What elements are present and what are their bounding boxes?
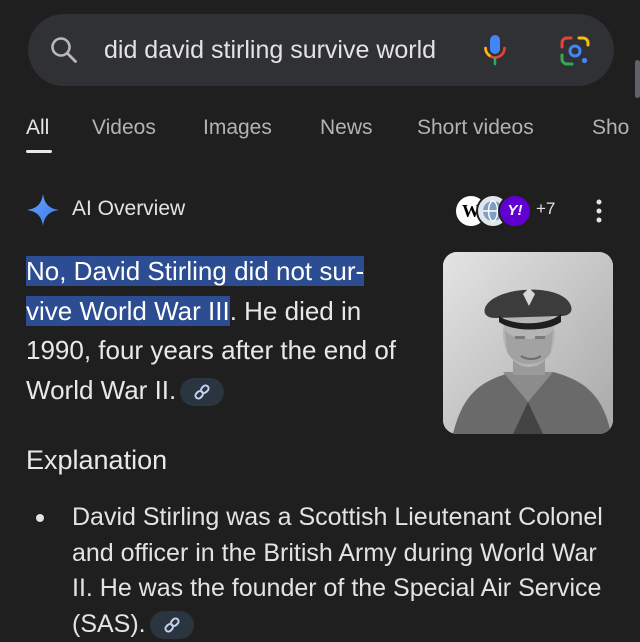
search-icon[interactable] xyxy=(50,36,78,64)
ai-sparkle-icon xyxy=(27,194,59,226)
tab-short-videos[interactable]: Short videos xyxy=(417,116,534,140)
search-input[interactable]: did david stirling survive world xyxy=(104,34,490,66)
tab-all[interactable]: All xyxy=(26,116,49,140)
tab-news[interactable]: News xyxy=(320,116,373,140)
source-link-button[interactable] xyxy=(149,610,194,639)
link-icon xyxy=(194,384,210,400)
tab-videos[interactable]: Videos xyxy=(92,116,156,140)
ai-overview-answer: No, David Stirling did not sur- vive Wor… xyxy=(26,252,431,410)
link-icon xyxy=(164,617,180,633)
source-count[interactable]: +7 xyxy=(536,199,555,219)
yahoo-icon[interactable]: Y! xyxy=(498,194,532,228)
answer-highlight: No, David Stirling did not sur- xyxy=(26,256,365,286)
bullet-dot xyxy=(36,514,44,522)
google-lens-icon[interactable] xyxy=(558,34,592,68)
more-options-icon[interactable] xyxy=(592,198,606,224)
source-link-button[interactable] xyxy=(180,377,225,406)
tab-images[interactable]: Images xyxy=(203,116,272,140)
search-tabs: All Videos Images News Short videos Sho xyxy=(0,108,640,156)
tab-active-indicator xyxy=(26,150,52,153)
mic-icon[interactable] xyxy=(483,33,507,67)
ai-overview-label: AI Overview xyxy=(72,197,186,220)
explanation-bullet: David Stirling was a Scottish Lieutenant… xyxy=(72,500,620,642)
scrollbar[interactable] xyxy=(635,60,640,98)
tab-shopping[interactable]: Sho xyxy=(592,116,629,140)
explanation-heading: Explanation xyxy=(26,445,168,475)
answer-highlight: vive World War III xyxy=(26,295,230,326)
search-bar[interactable]: did david stirling survive world xyxy=(28,14,614,86)
source-icons[interactable]: W Y! xyxy=(454,194,534,228)
ai-overview-image[interactable] xyxy=(443,252,613,434)
